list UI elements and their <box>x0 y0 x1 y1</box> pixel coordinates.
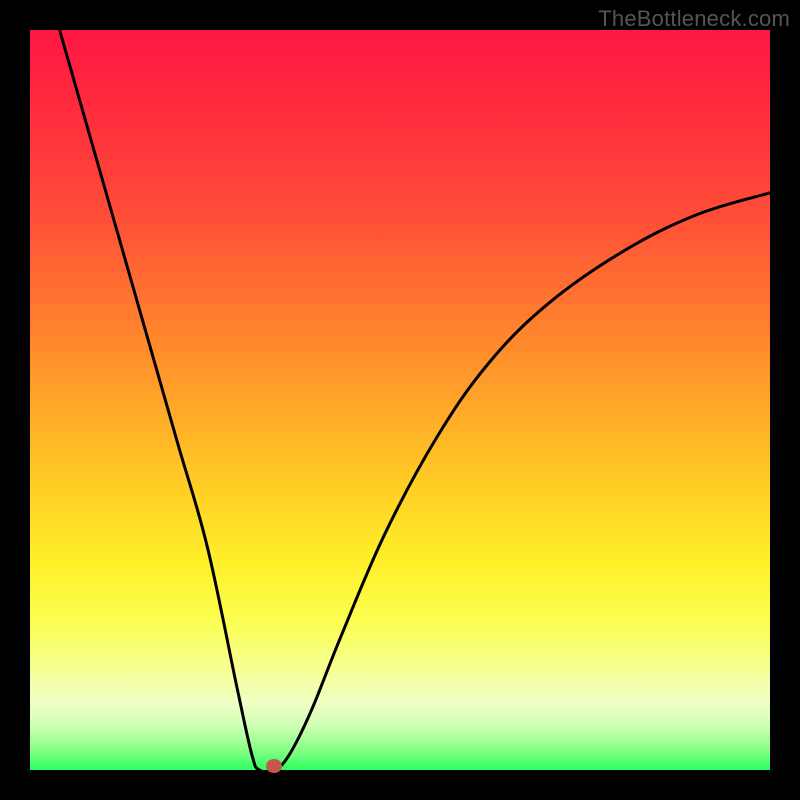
optimal-point-marker <box>266 759 282 773</box>
plot-area <box>30 30 770 770</box>
watermark-text: TheBottleneck.com <box>598 6 790 32</box>
bottleneck-curve <box>30 30 770 770</box>
chart-frame: TheBottleneck.com <box>0 0 800 800</box>
